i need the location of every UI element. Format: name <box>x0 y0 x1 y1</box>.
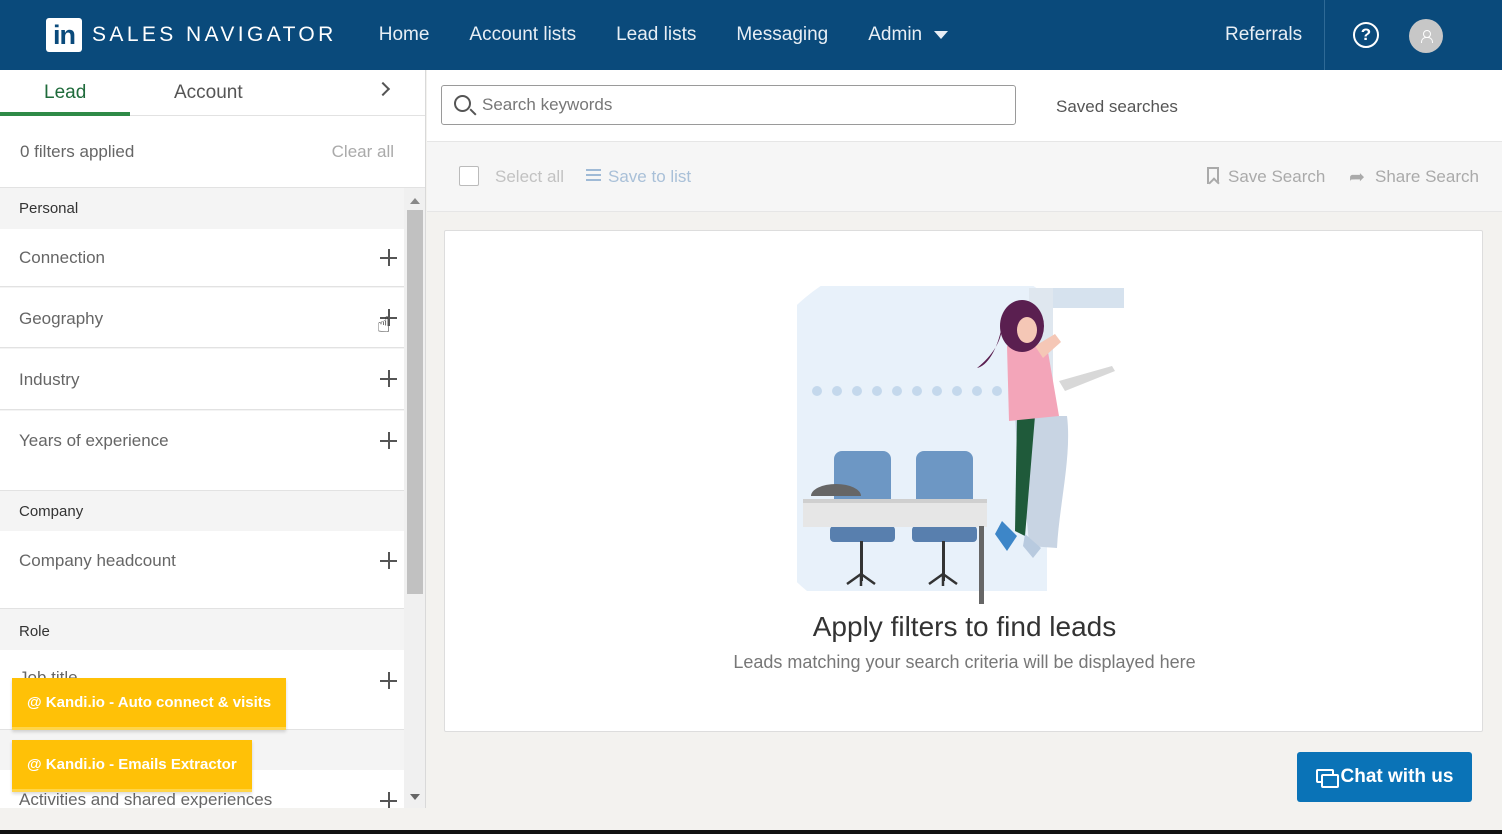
share-icon: ➦ <box>1349 167 1365 188</box>
kandi-emails-extractor-button[interactable]: @ Kandi.io - Emails Extractor <box>12 740 252 792</box>
search-bar-row: Saved searches <box>427 70 1502 142</box>
plus-icon[interactable] <box>380 432 397 449</box>
chat-label: Chat with us <box>1340 766 1454 787</box>
results-empty-state: Apply filters to find leads Leads matchi… <box>444 230 1483 732</box>
filter-label: Company headcount <box>19 551 176 570</box>
filters-applied-count: 0 filters applied <box>20 142 135 161</box>
linkedin-logo: in <box>46 18 82 52</box>
select-all-checkbox[interactable] <box>459 166 479 186</box>
nav-divider <box>1324 0 1325 70</box>
chat-with-us-button[interactable]: Chat with us <box>1297 752 1472 802</box>
filter-label: Connection <box>19 248 106 267</box>
filter-connection[interactable]: Connection <box>0 229 404 287</box>
nav-admin[interactable]: Admin <box>868 24 949 46</box>
scroll-up-arrow-icon[interactable] <box>410 198 420 204</box>
filter-tabs: Lead Account <box>0 70 425 116</box>
caret-down-icon <box>934 31 949 39</box>
person-icon <box>1421 30 1433 43</box>
nav-lead-lists[interactable]: Lead lists <box>616 24 696 46</box>
avatar[interactable] <box>1409 19 1443 53</box>
filter-scrollbar[interactable] <box>404 188 425 808</box>
hand-cursor-icon: ☝ <box>377 312 391 337</box>
filter-label: Industry <box>19 370 80 389</box>
empty-state-subtitle: Leads matching your search criteria will… <box>733 652 1196 672</box>
saved-searches-link[interactable]: Saved searches <box>1056 97 1178 117</box>
brand-name: SALES NAVIGATOR <box>92 23 337 46</box>
results-toolbar: Select all Save to list Save Search ➦ Sh… <box>427 142 1502 212</box>
scroll-down-arrow-icon[interactable] <box>410 794 420 800</box>
tab-account[interactable]: Account <box>174 82 243 104</box>
plus-icon[interactable] <box>380 672 397 689</box>
list-icon <box>586 169 601 182</box>
plus-icon[interactable] <box>380 552 397 569</box>
filter-geography[interactable]: Geography <box>0 288 404 348</box>
filter-label: Activities and shared experiences <box>19 790 273 808</box>
nav-referrals[interactable]: Referrals <box>1225 24 1302 46</box>
filter-industry[interactable]: Industry <box>0 349 404 410</box>
share-search-button[interactable]: Share Search <box>1375 167 1479 187</box>
plus-icon[interactable] <box>380 792 397 808</box>
bottom-border <box>0 830 1502 834</box>
nav-home[interactable]: Home <box>379 24 430 46</box>
chat-icon <box>1315 769 1339 788</box>
save-search-button[interactable]: Save Search <box>1228 167 1325 187</box>
plus-icon[interactable] <box>380 370 397 387</box>
chevron-right-icon[interactable] <box>375 81 391 97</box>
section-personal: Personal <box>19 200 79 217</box>
scroll-thumb[interactable] <box>407 210 423 594</box>
section-role: Role <box>19 623 50 640</box>
top-navigation-bar: in SALES NAVIGATOR Home Account lists Le… <box>0 0 1502 70</box>
clear-all-link[interactable]: Clear all <box>332 142 394 162</box>
filter-label: Years of experience <box>19 431 169 450</box>
section-company: Company <box>19 503 84 520</box>
search-input[interactable] <box>482 86 1002 124</box>
nav-admin-label: Admin <box>868 24 923 45</box>
select-all-label[interactable]: Select all <box>495 167 564 187</box>
empty-state-illustration <box>797 286 1124 604</box>
plus-icon[interactable] <box>380 249 397 266</box>
filter-years-of-experience[interactable]: Years of experience <box>0 411 404 491</box>
filter-company-headcount[interactable]: Company headcount <box>0 531 404 609</box>
help-icon[interactable]: ? <box>1353 22 1379 48</box>
nav-messaging[interactable]: Messaging <box>736 24 828 46</box>
bookmark-icon <box>1207 167 1219 184</box>
filters-summary: 0 filters applied Clear all <box>0 116 425 188</box>
search-icon <box>454 95 471 112</box>
filter-label: Geography <box>19 309 104 328</box>
save-to-list-button[interactable]: Save to list <box>608 167 691 187</box>
brand[interactable]: in SALES NAVIGATOR <box>46 18 337 52</box>
empty-state-title: Apply filters to find leads <box>812 611 1117 642</box>
search-box[interactable] <box>441 85 1016 125</box>
tab-lead[interactable]: Lead <box>44 82 86 104</box>
nav-links: Home Account lists Lead lists Messaging … <box>379 24 988 46</box>
kandi-auto-connect-button[interactable]: @ Kandi.io - Auto connect & visits <box>12 678 287 730</box>
nav-account-lists[interactable]: Account lists <box>469 24 576 46</box>
